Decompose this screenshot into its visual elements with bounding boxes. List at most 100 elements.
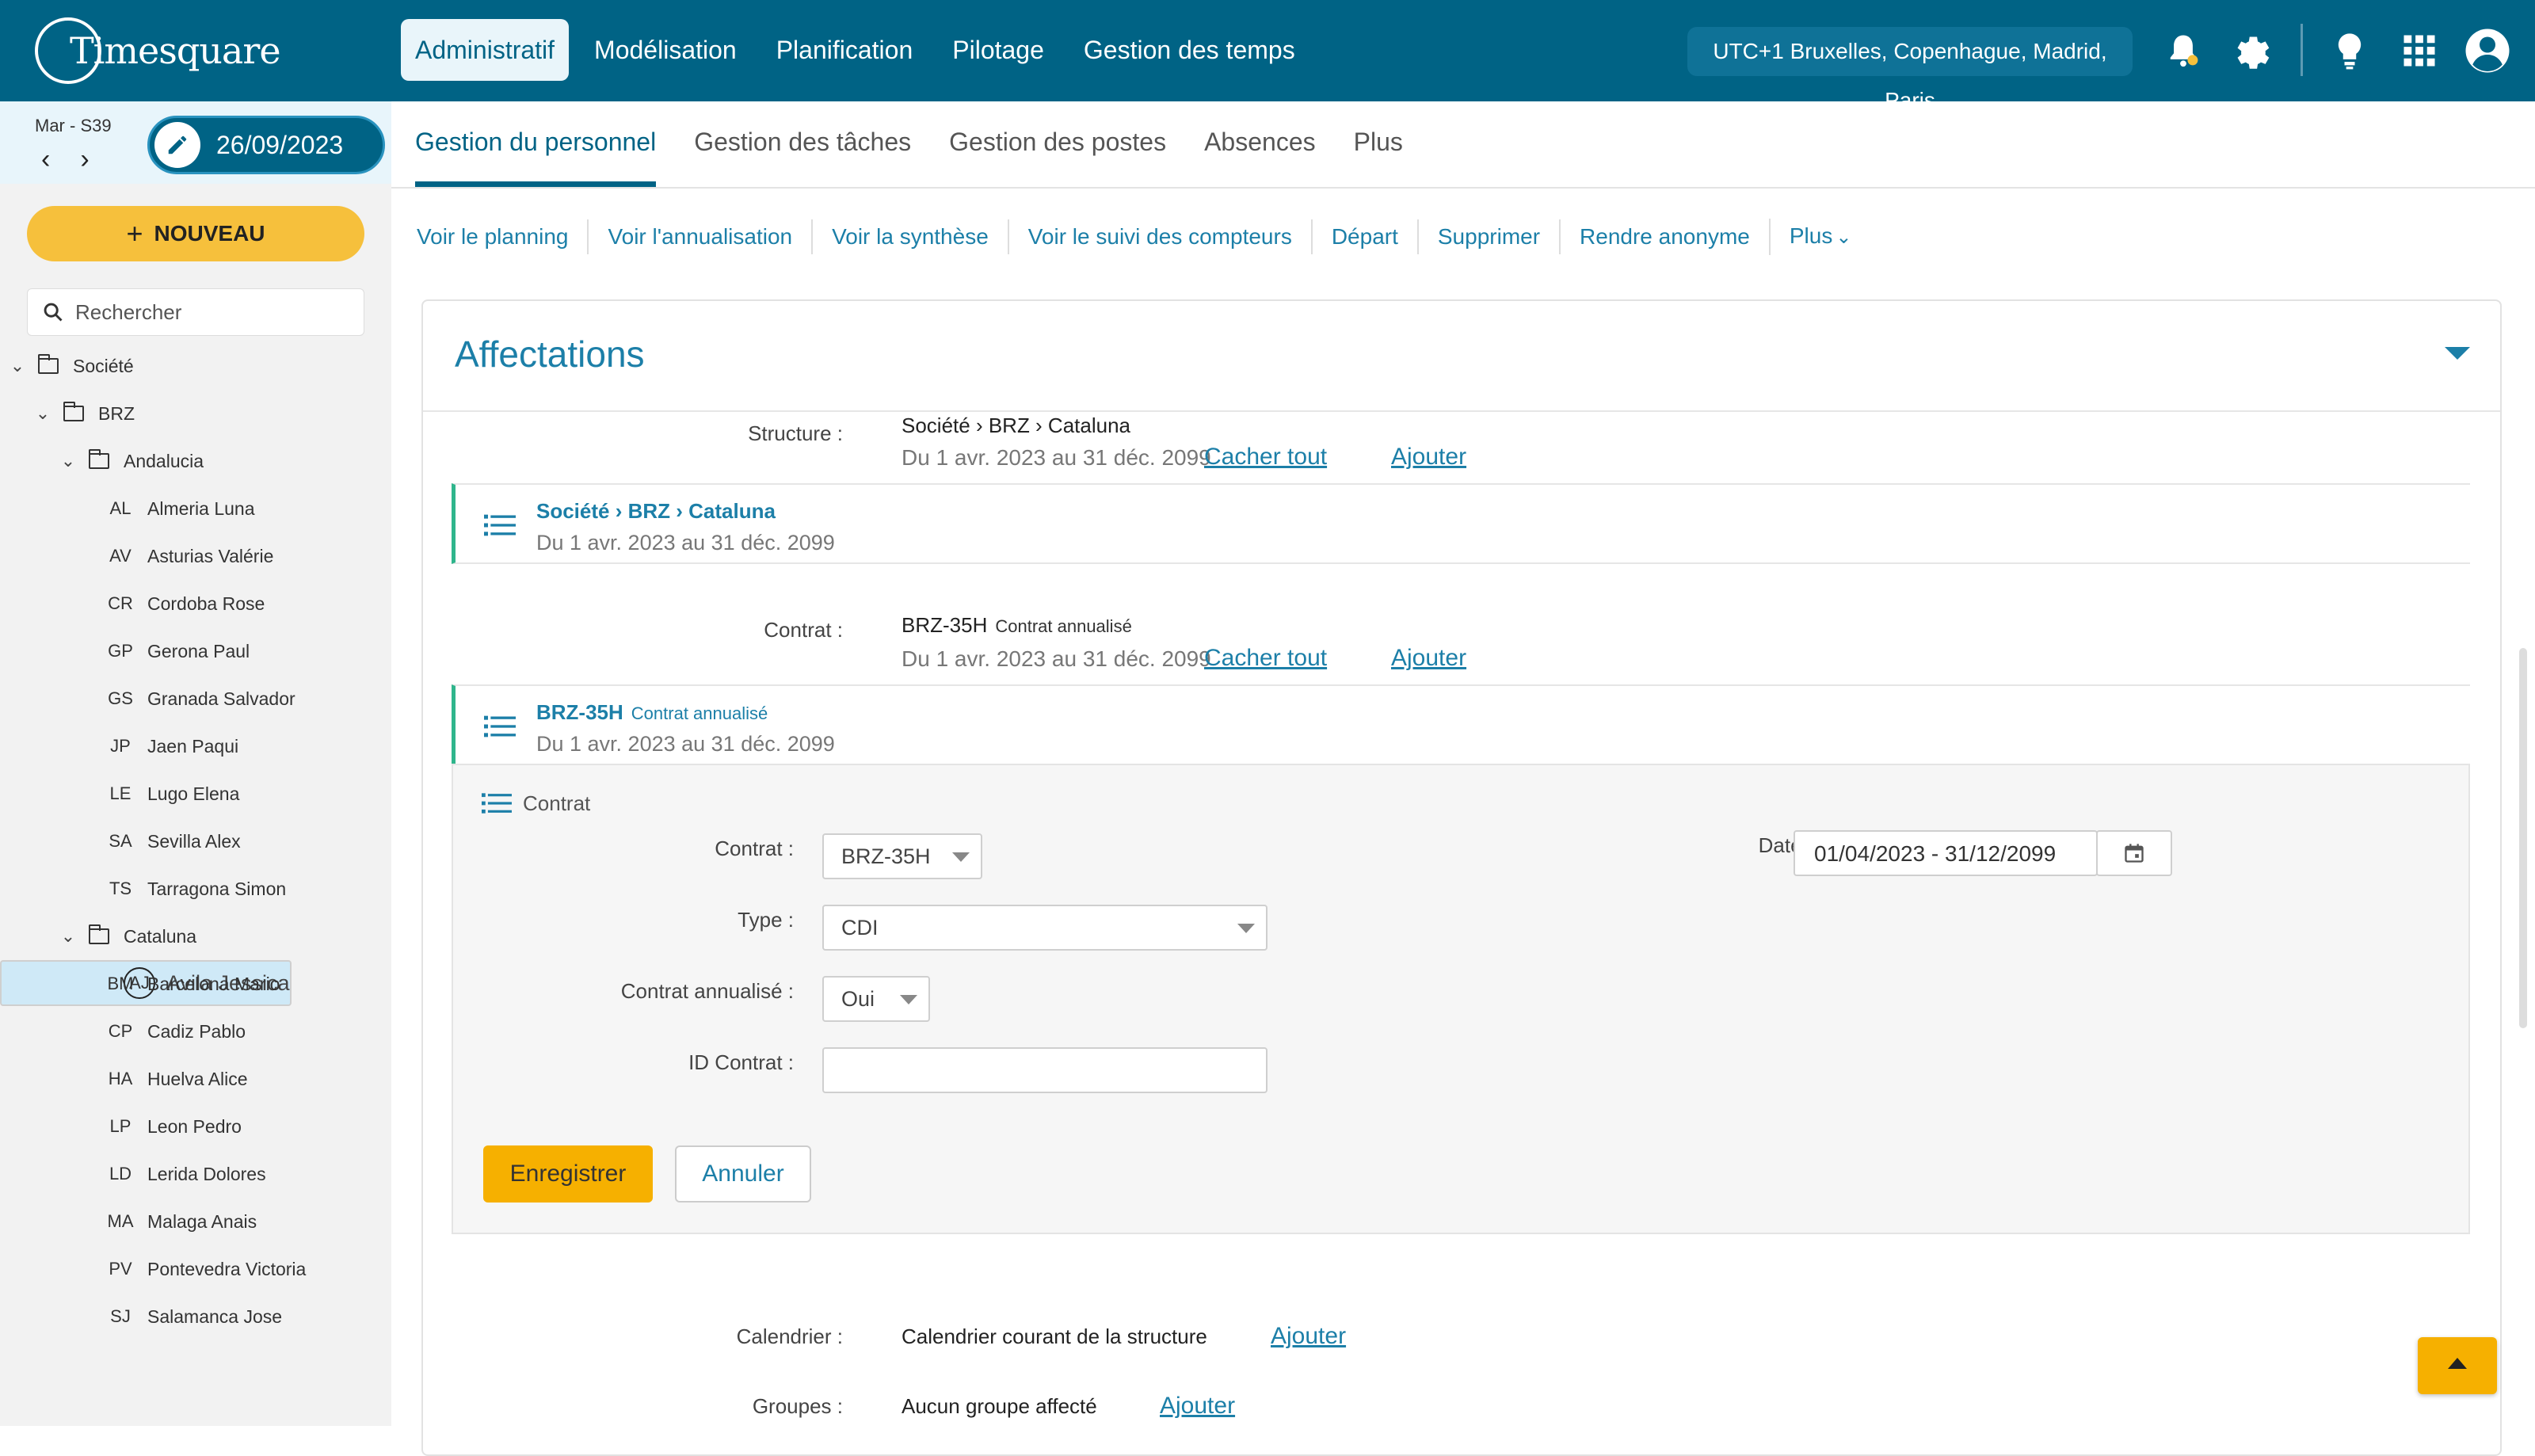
structure-entry[interactable]: Société › BRZ › Cataluna Du 1 avr. 2023 … [452,483,2470,564]
tree-person[interactable]: LP Leon Pedro [0,1103,391,1150]
type-select[interactable]: CDI [822,905,1268,951]
tree-label: Sevilla Alex [147,830,241,852]
folder-icon [63,402,84,421]
contract-hide-all-link[interactable]: Cacher tout [1204,645,1327,672]
nav-pilotage[interactable]: Pilotage [938,19,1058,81]
annualized-select[interactable]: Oui [822,976,930,1022]
scrollbar[interactable] [2519,648,2527,1028]
new-button[interactable]: + NOUVEAU [27,206,364,261]
link-depart[interactable]: Départ [1310,219,1417,254]
entry-title: BRZ-35H Contrat annualisé [536,700,768,725]
avatar-initials: AL [109,498,132,518]
tab-absences[interactable]: Absences [1204,101,1316,187]
avatar-initials: GS [108,688,133,708]
groups-add-link[interactable]: Ajouter [1160,1393,1235,1420]
nav-gestion-des-temps[interactable]: Gestion des temps [1069,19,1309,81]
entry-title: Société › BRZ › Cataluna [536,499,776,523]
tab-gestion-des-postes[interactable]: Gestion des postes [949,101,1166,187]
save-button[interactable]: Enregistrer [483,1145,653,1203]
lightbulb-icon[interactable] [2329,30,2370,71]
user-icon[interactable] [2464,27,2511,74]
tree-person[interactable]: GP Gerona Paul [0,627,391,675]
tab-plus[interactable]: Plus [1354,101,1403,187]
tree-person[interactable]: AV Asturias Valérie [0,532,391,580]
tree-person[interactable]: GS Granada Salvador [0,675,391,722]
tree-folder-andalucia[interactable]: ⌄ Andalucia [0,437,391,485]
tree-person[interactable]: PV Pontevedra Victoria [0,1245,391,1293]
avatar-initials: CR [108,593,133,613]
chevron-down-icon[interactable] [2445,347,2470,360]
main-content: Gestion du personnel Gestion des tâches … [391,101,2535,1456]
link-plus[interactable]: Plus ⌄ [1768,219,1871,255]
tree-person[interactable]: LD Lerida Dolores [0,1150,391,1198]
link-rendre-anonyme[interactable]: Rendre anonyme [1559,219,1769,254]
chevron-down-icon[interactable]: ⌄ [33,403,52,424]
contract-code: BRZ-35H [902,613,988,637]
scroll-to-top-button[interactable] [2418,1337,2497,1394]
date-arrows: ‹ › [41,146,90,173]
bell-icon[interactable] [2163,30,2204,71]
entry-code: BRZ-35H [536,700,623,724]
tree-person[interactable]: CR Cordoba Rose [0,580,391,627]
chevron-down-icon[interactable]: ⌄ [59,926,78,947]
date-picker-button[interactable]: 26/09/2023 [147,116,385,174]
logo[interactable]: Timesquare [35,17,281,84]
link-voir-suivi-compteurs[interactable]: Voir le suivi des compteurs [1007,219,1311,254]
nav-planification[interactable]: Planification [762,19,928,81]
tree-person[interactable]: HA Huelva Alice [0,1055,391,1103]
tree-label: Barcelona Mario [147,973,280,994]
search-input[interactable]: Rechercher [27,288,364,336]
sidebar: + NOUVEAU Rechercher ⌄ Société ⌄ BRZ ⌄ Anda… [0,184,391,1426]
link-voir-annualisation[interactable]: Voir l'annualisation [587,219,811,254]
timezone-selector[interactable]: UTC+1 Bruxelles, Copenhague, Madrid, Par… [1687,27,2133,112]
chevron-down-icon[interactable]: ⌄ [8,356,27,376]
gear-icon[interactable] [2231,30,2272,71]
tree-person[interactable]: TS Tarragona Simon [0,865,391,913]
date-range-input[interactable]: 01/04/2023 - 31/12/2099 [1794,830,2098,876]
contract-entry[interactable]: BRZ-35H Contrat annualisé Du 1 avr. 2023 … [452,684,2470,765]
contract-select[interactable]: BRZ-35H [822,833,982,879]
nav-administratif[interactable]: Administratif [401,19,570,81]
nav-modelisation[interactable]: Modélisation [580,19,751,81]
apps-grid-icon[interactable] [2399,30,2440,71]
tree-person[interactable]: SA Sevilla Alex [0,818,391,865]
tree-folder-brz[interactable]: ⌄ BRZ [0,390,391,437]
tree-person[interactable]: CP Cadiz Pablo [0,1008,391,1055]
tree-label: Granada Salvador [147,688,295,709]
link-voir-synthese[interactable]: Voir la synthèse [811,219,1008,254]
chevron-right-icon[interactable]: › [80,146,89,173]
new-button-label: NOUVEAU [154,221,265,246]
tree-folder-cataluna[interactable]: ⌄ Cataluna [0,913,391,960]
cancel-button[interactable]: Annuler [675,1145,811,1203]
tab-gestion-des-taches[interactable]: Gestion des tâches [694,101,911,187]
structure-add-link[interactable]: Ajouter [1391,444,1466,471]
card-header[interactable]: Affectations [423,301,2500,412]
calendar-button[interactable] [2096,830,2172,876]
separator [2301,24,2303,76]
avatar-initials: AV [109,546,132,566]
tree-person[interactable]: JP Jaen Paqui [0,722,391,770]
contract-id-input[interactable] [822,1047,1268,1093]
structure-hide-all-link[interactable]: Cacher tout [1204,444,1327,471]
avatar-initials: HA [108,1069,133,1088]
tree-person[interactable]: LE Lugo Elena [0,770,391,818]
tree-person[interactable]: AL Almeria Luna [0,485,391,532]
tree-person[interactable]: MA Malaga Anais [0,1198,391,1245]
contract-add-link[interactable]: Ajouter [1391,645,1466,672]
tree-person[interactable]: SJ Salamanca Jose [0,1293,391,1340]
tree-person[interactable]: BM Barcelona Mario [0,960,391,1008]
tree-label: Cordoba Rose [147,593,265,614]
calendar-add-link[interactable]: Ajouter [1271,1323,1346,1350]
type-field-label: Type : [738,908,794,932]
chevron-down-icon[interactable]: ⌄ [59,451,78,471]
link-voir-planning[interactable]: Voir le planning [417,219,587,254]
avatar-initials: LP [109,1116,132,1136]
contract-value: BRZ-35H Contrat annualisé [902,613,1132,638]
dropdown-arrow-icon [1237,924,1255,933]
calendar-icon [2125,844,2144,863]
link-supprimer[interactable]: Supprimer [1416,219,1559,254]
tree-folder-societe[interactable]: ⌄ Société [0,342,391,390]
contract-field-label: Contrat : [715,837,794,860]
chevron-left-icon[interactable]: ‹ [41,146,50,173]
tab-gestion-du-personnel[interactable]: Gestion du personnel [415,101,657,187]
